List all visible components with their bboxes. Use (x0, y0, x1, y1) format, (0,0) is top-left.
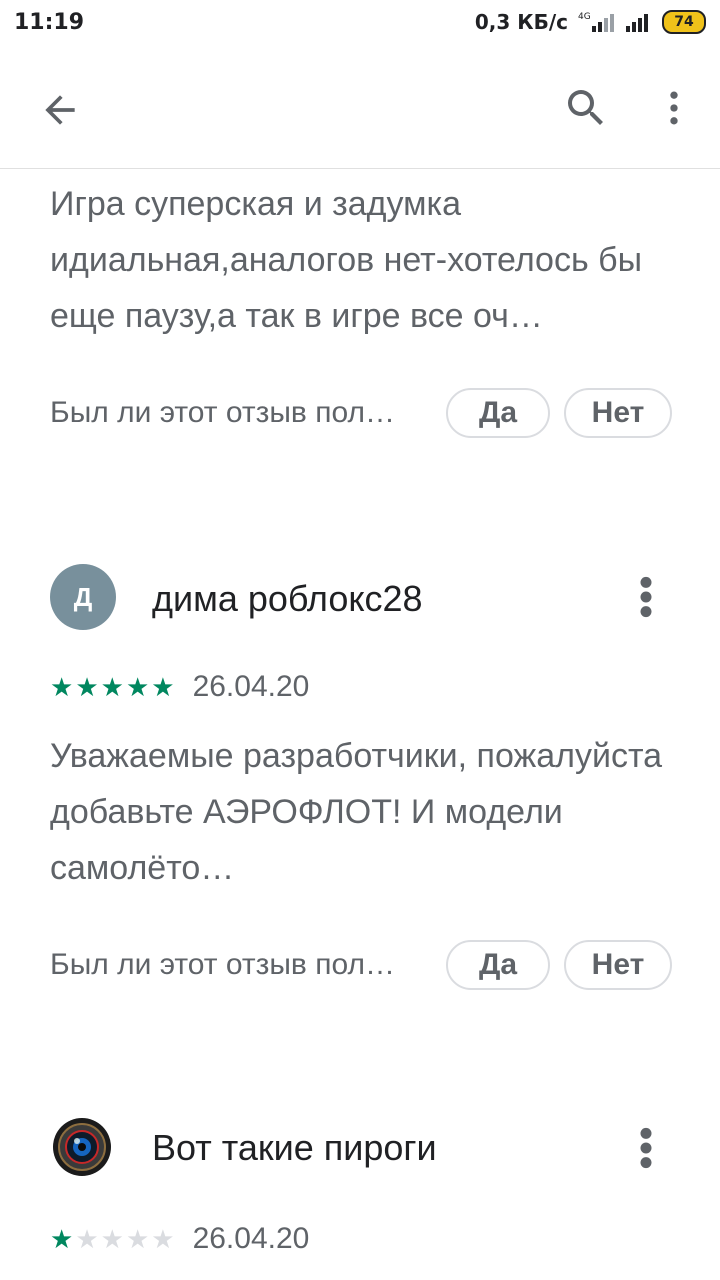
signal-4g-icon: 4G (578, 12, 614, 32)
star-rating: ★ ★ ★ ★ ★ (50, 1219, 175, 1259)
battery-indicator: 74 (662, 10, 706, 34)
star-filled-icon: ★ (50, 672, 74, 702)
star-filled-icon: ★ (125, 672, 150, 702)
review-text[interactable]: Уважаемые разработчики, пожалуйста добав… (50, 728, 680, 896)
helpful-question: Был ли этот отзыв пол… (50, 396, 395, 429)
rating-row: ★ ★ ★ ★ ★ 26.04.20 (50, 667, 309, 707)
star-empty-icon: ★ (100, 1224, 124, 1254)
rating-row: ★ ★ ★ ★ ★ 26.04.20 (50, 1219, 309, 1259)
helpful-no-button[interactable]: Нет (564, 388, 672, 438)
review-date: 26.04.20 (192, 1222, 310, 1255)
review-more-icon[interactable] (630, 1126, 662, 1170)
review-author: Вот такие пироги (152, 1127, 437, 1168)
network-speed: 0,3 КБ/с (474, 10, 568, 34)
star-filled-icon: ★ (75, 672, 99, 702)
status-time: 11:19 (14, 10, 85, 35)
app-bar (0, 50, 720, 169)
star-filled-icon: ★ (100, 672, 124, 702)
helpful-yes-button[interactable]: Да (446, 940, 550, 990)
back-arrow-icon[interactable] (38, 88, 82, 132)
star-filled-icon: ★ (151, 672, 175, 702)
helpful-question: Был ли этот отзыв пол… (50, 948, 395, 981)
avatar: Д (50, 564, 116, 630)
review-more-icon[interactable] (630, 575, 662, 619)
review-text[interactable]: Игра суперская и задумка идиальная,анало… (50, 176, 680, 344)
signal-icon (626, 14, 648, 32)
helpful-yes-button[interactable]: Да (446, 388, 550, 438)
more-vert-icon[interactable] (652, 86, 696, 130)
camera-lens-avatar-icon (53, 1118, 111, 1176)
network-type-label: 4G (578, 12, 591, 22)
star-rating: ★ ★ ★ ★ ★ (50, 667, 175, 707)
star-filled-icon: ★ (50, 1224, 74, 1254)
status-indicators: 0,3 КБ/с 4G 74 (475, 10, 706, 34)
star-empty-icon: ★ (151, 1224, 175, 1254)
star-empty-icon: ★ (75, 1224, 99, 1254)
search-icon[interactable] (562, 84, 610, 132)
review-author: дима роблокс28 (152, 578, 423, 619)
review-date: 26.04.20 (192, 670, 310, 703)
helpful-no-button[interactable]: Нет (564, 940, 672, 990)
helpful-row: Был ли этот отзыв пол… Да Нет (50, 940, 672, 990)
status-bar: 11:19 0,3 КБ/с 4G 74 (0, 0, 720, 50)
helpful-row: Был ли этот отзыв пол… Да Нет (50, 388, 672, 438)
star-empty-icon: ★ (125, 1224, 150, 1254)
